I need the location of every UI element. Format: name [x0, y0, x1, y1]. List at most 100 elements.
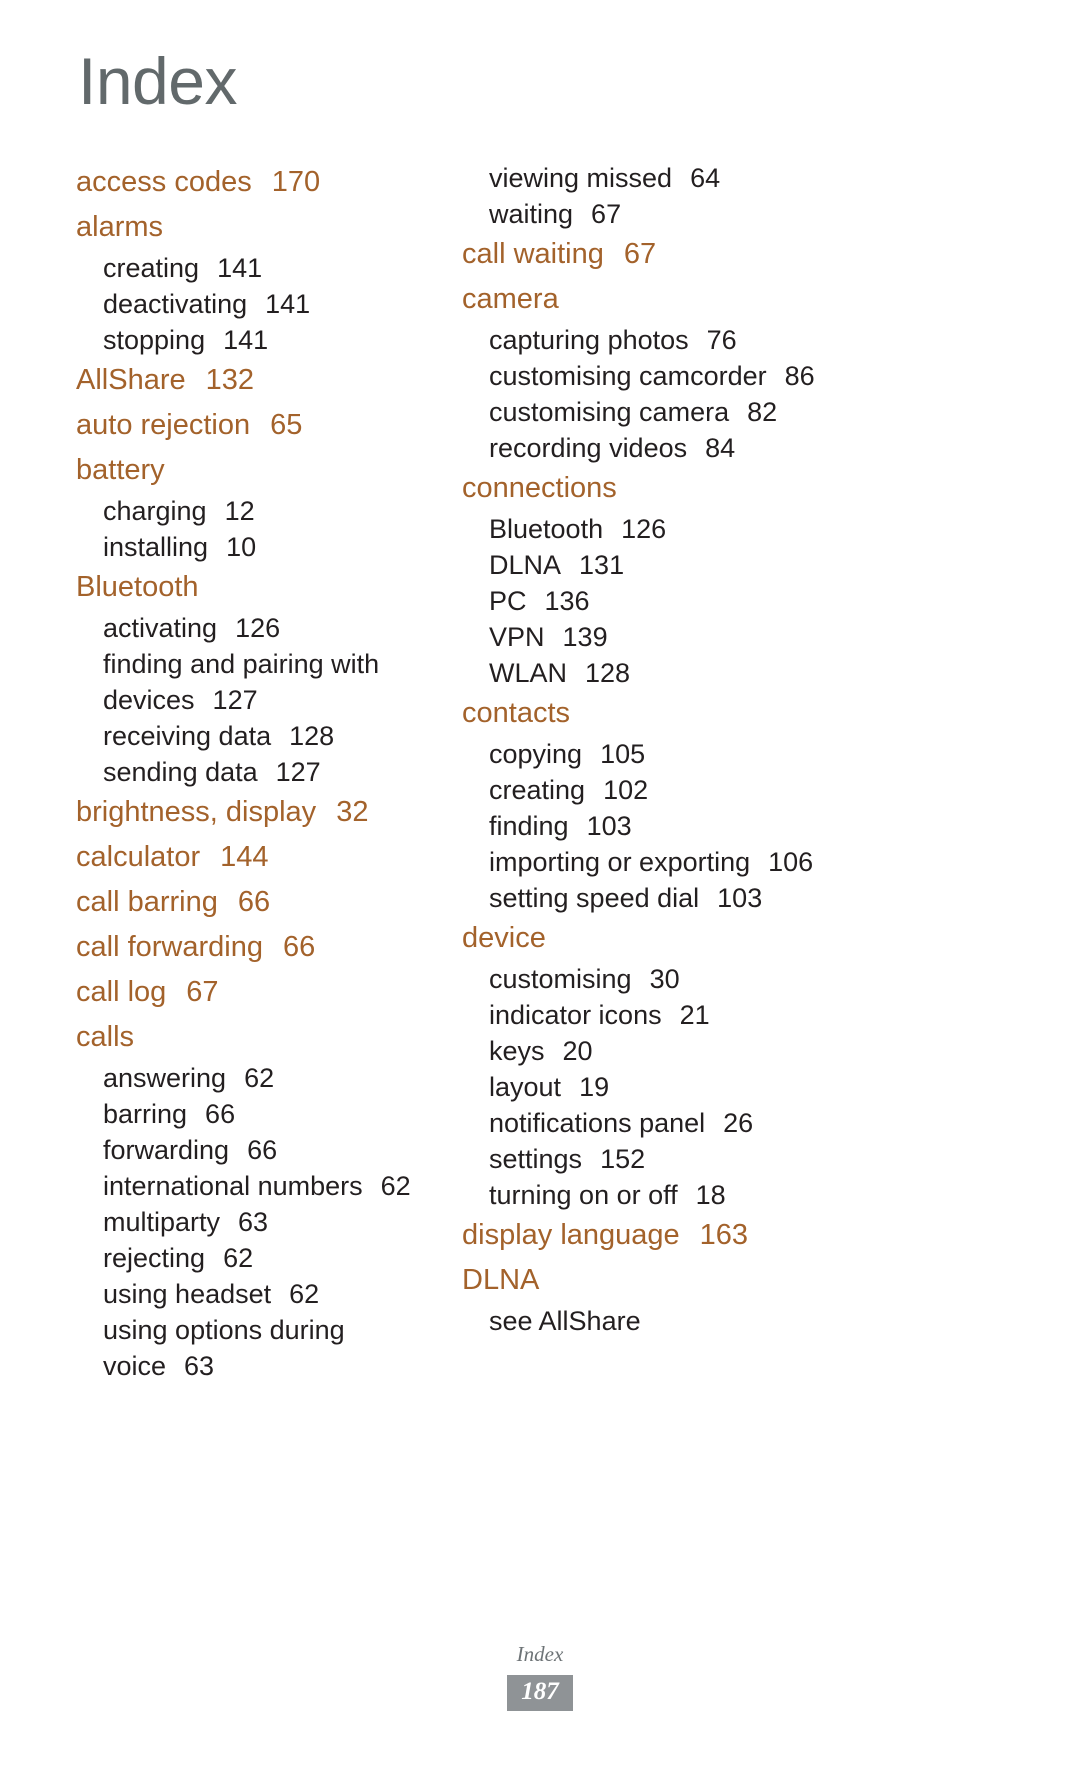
index-sub-entry[interactable]: VPN 139	[462, 619, 940, 655]
index-main-entry[interactable]: display language 163	[462, 1213, 940, 1258]
index-sub-entry[interactable]: deactivating 141	[76, 286, 440, 322]
index-entry-label: finding and pairing with	[103, 649, 380, 679]
index-sub-entry[interactable]: finding and pairing with devices 127	[76, 646, 440, 718]
index-main-entry[interactable]: alarms	[76, 205, 440, 250]
index-entry-label: Bluetooth	[489, 514, 604, 544]
index-main-entry[interactable]: AllShare 132	[76, 358, 440, 403]
index-entry-label: stopping	[103, 325, 206, 355]
index-column-right: viewing missed 64 waiting 67 call waiting 67 c…	[440, 160, 940, 1339]
index-sub-entry[interactable]: setting speed dial 103	[462, 880, 940, 916]
index-sub-entry[interactable]: PC 136	[462, 583, 940, 619]
index-main-entry[interactable]: access codes 170	[76, 160, 440, 205]
index-entry-label: receiving data	[103, 721, 272, 751]
index-entry-label: using options during	[103, 1315, 345, 1345]
index-sub-entry[interactable]: sending data 127	[76, 754, 440, 790]
index-sub-entry[interactable]: capturing photos 76	[462, 322, 940, 358]
index-sub-entry[interactable]: copying 105	[462, 736, 940, 772]
index-sub-entry[interactable]: indicator icons 21	[462, 997, 940, 1033]
index-sub-entry[interactable]: international numbers 62	[76, 1168, 440, 1204]
index-main-entry[interactable]: battery	[76, 448, 440, 493]
index-entry-page-number: 127	[212, 685, 258, 715]
index-sub-entry[interactable]: charging 12	[76, 493, 440, 529]
index-sub-entry[interactable]: creating 141	[76, 250, 440, 286]
index-sub-entry[interactable]: rejecting 62	[76, 1240, 440, 1276]
index-entry-label: installing	[103, 532, 209, 562]
index-entry-label: international numbers	[103, 1171, 363, 1201]
index-entry-page-number: 19	[579, 1072, 610, 1102]
index-sub-entry[interactable]: answering 62	[76, 1060, 440, 1096]
index-sub-entry[interactable]: using options during voice 63	[76, 1312, 440, 1384]
index-sub-entry[interactable]: activating 126	[76, 610, 440, 646]
index-main-entry[interactable]: call forwarding 66	[76, 925, 440, 970]
index-sub-entry[interactable]: see AllShare	[462, 1303, 940, 1339]
index-sub-entry[interactable]: WLAN 128	[462, 655, 940, 691]
index-entry-page-number: 66	[282, 931, 316, 963]
index-main-entry[interactable]: calls	[76, 1015, 440, 1060]
index-sub-entry[interactable]: forwarding 66	[76, 1132, 440, 1168]
index-sub-entry[interactable]: customising camera 82	[462, 394, 940, 430]
index-sub-entry[interactable]: layout 19	[462, 1069, 940, 1105]
index-sub-entry[interactable]: receiving data 128	[76, 718, 440, 754]
index-main-entry[interactable]: connections	[462, 466, 940, 511]
index-entry-label: customising camera	[489, 397, 730, 427]
index-entry-page-number: 141	[223, 325, 269, 355]
index-entry-page-number: 12	[224, 496, 255, 526]
index-entry-label-continued: devices 127	[103, 685, 258, 715]
index-entry-label: auto rejection	[76, 409, 251, 441]
index-entry-label: activating	[103, 613, 218, 643]
index-main-entry[interactable]: Bluetooth	[76, 565, 440, 610]
index-entry-page-number: 103	[586, 811, 632, 841]
index-entry-label: DLNA	[489, 550, 562, 580]
index-entry-page-number: 67	[591, 199, 622, 229]
index-sub-entry[interactable]: creating 102	[462, 772, 940, 808]
index-entry-label: call waiting	[462, 238, 604, 270]
index-sub-entry[interactable]: recording videos 84	[462, 430, 940, 466]
index-entry-page-number: 66	[237, 886, 271, 918]
index-main-entry[interactable]: calculator 144	[76, 835, 440, 880]
index-entry-page-number: 132	[205, 364, 255, 396]
index-page: Index access codes 170 alarms creating 141 de…	[0, 0, 1080, 1771]
index-sub-entry[interactable]: using headset 62	[76, 1276, 440, 1312]
index-entry-page-number: 65	[270, 409, 303, 441]
index-sub-entry[interactable]: customising camcorder 86	[462, 358, 940, 394]
index-main-entry[interactable]: camera	[462, 277, 940, 322]
index-sub-entry[interactable]: customising 30	[462, 961, 940, 997]
index-sub-entry[interactable]: DLNA 131	[462, 547, 940, 583]
index-sub-entry[interactable]: keys 20	[462, 1033, 940, 1069]
index-sub-entry[interactable]: barring 66	[76, 1096, 440, 1132]
index-sub-entry[interactable]: Bluetooth 126	[462, 511, 940, 547]
index-entry-label: turning on or off	[489, 1180, 678, 1210]
index-sub-entry[interactable]: waiting 67	[462, 196, 940, 232]
index-sub-entry[interactable]: importing or exporting 106	[462, 844, 940, 880]
index-entry-label: keys	[489, 1036, 545, 1066]
index-sub-entry[interactable]: finding 103	[462, 808, 940, 844]
index-entry-page-number: 152	[600, 1144, 646, 1174]
index-sub-entry[interactable]: viewing missed 64	[462, 160, 940, 196]
index-entry-label: charging	[103, 496, 207, 526]
page-title: Index	[78, 44, 237, 118]
index-entry-page-number: 126	[621, 514, 667, 544]
index-entry-page-number: 102	[603, 775, 649, 805]
index-sub-entry[interactable]: multiparty 63	[76, 1204, 440, 1240]
index-sub-entry[interactable]: notifications panel 26	[462, 1105, 940, 1141]
index-entry-page-number: 63	[238, 1207, 269, 1237]
index-sub-entry[interactable]: settings 152	[462, 1141, 940, 1177]
index-entry-label: camera	[462, 283, 559, 315]
index-entry-page-number: 131	[579, 550, 625, 580]
index-sub-entry[interactable]: installing 10	[76, 529, 440, 565]
index-sub-entry[interactable]: turning on or off 18	[462, 1177, 940, 1213]
index-entry-page-number: 63	[184, 1351, 215, 1381]
index-main-entry[interactable]: auto rejection 65	[76, 403, 440, 448]
index-entry-label: call forwarding	[76, 931, 263, 963]
index-main-entry[interactable]: device	[462, 916, 940, 961]
index-main-entry[interactable]: call barring 66	[76, 880, 440, 925]
index-entry-label: call log	[76, 976, 167, 1008]
index-entry-page-number: 170	[271, 166, 321, 198]
index-sub-entry[interactable]: stopping 141	[76, 322, 440, 358]
index-main-entry[interactable]: DLNA	[462, 1258, 940, 1303]
index-entry-label: calculator	[76, 841, 201, 873]
index-main-entry[interactable]: call waiting 67	[462, 232, 940, 277]
index-main-entry[interactable]: call log 67	[76, 970, 440, 1015]
index-main-entry[interactable]: brightness, display 32	[76, 790, 440, 835]
index-main-entry[interactable]: contacts	[462, 691, 940, 736]
